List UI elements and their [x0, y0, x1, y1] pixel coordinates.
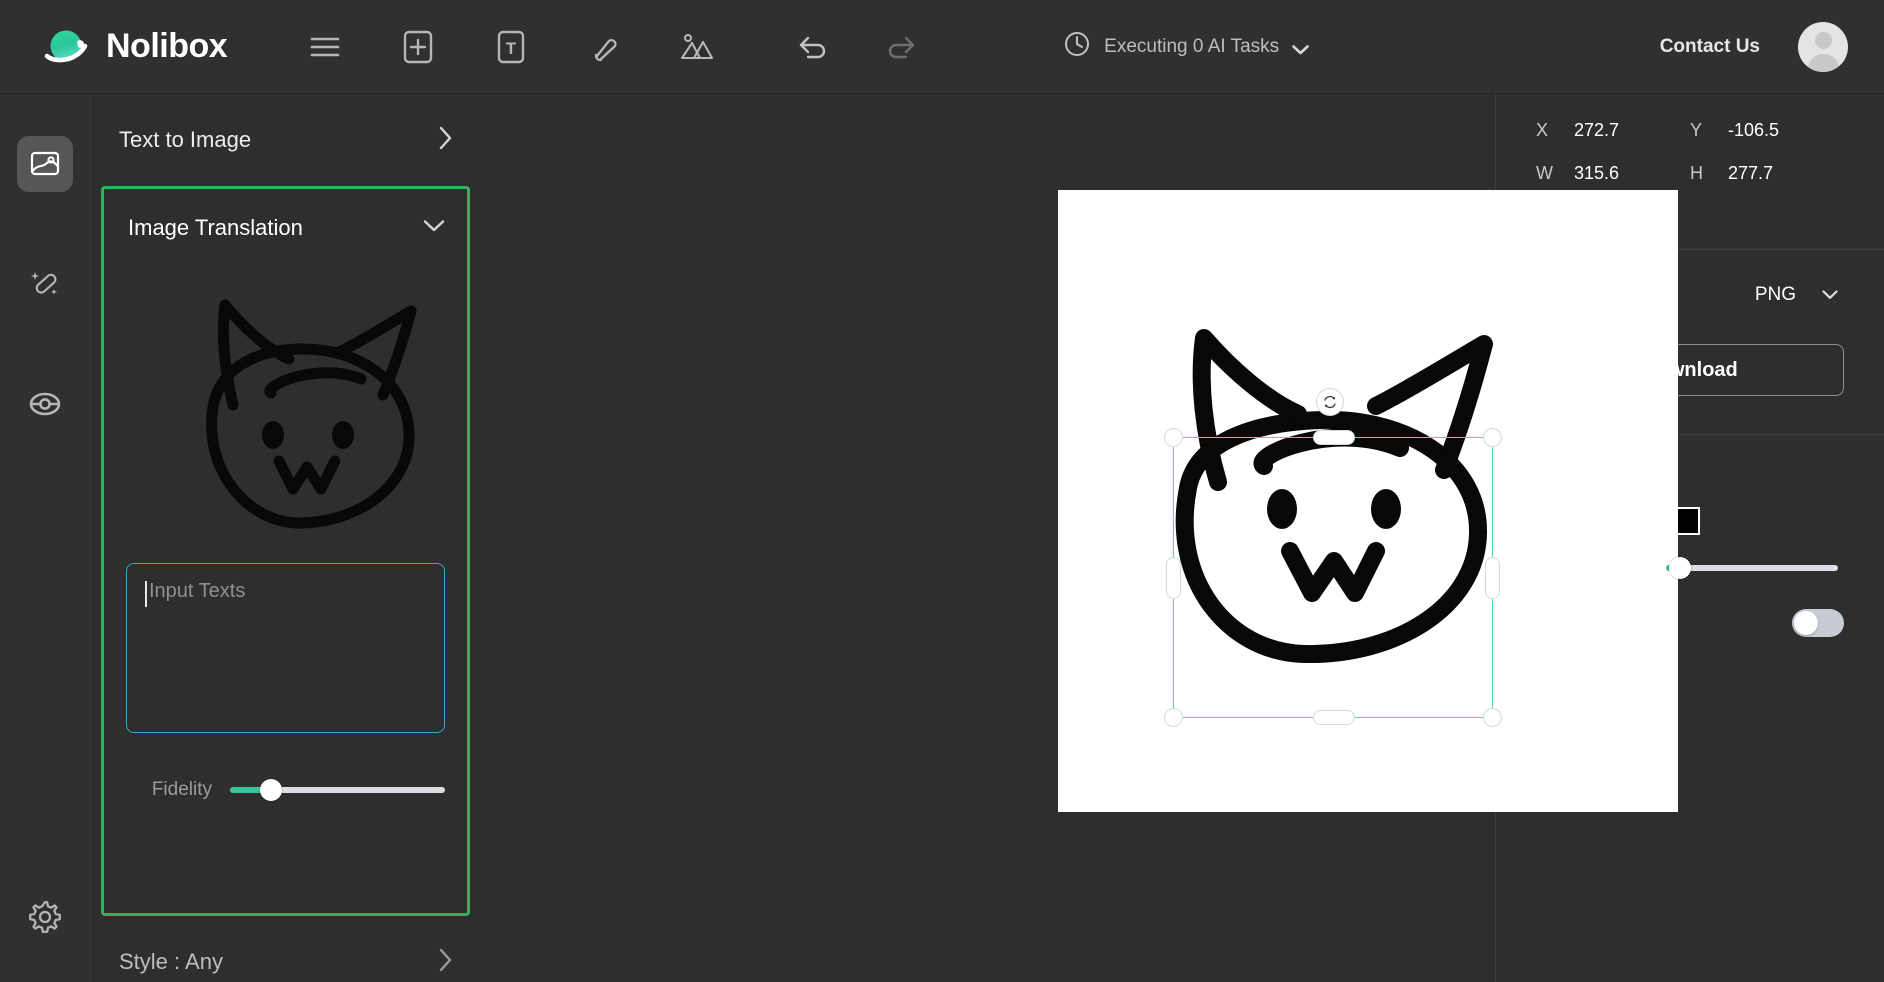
x-key: X	[1536, 120, 1549, 140]
sidebar-item-magic[interactable]	[17, 256, 73, 312]
fidelity-thumb[interactable]	[259, 779, 282, 801]
sidebar-item-image[interactable]	[17, 136, 73, 192]
fidelity-row: Fidelity	[104, 733, 467, 801]
ai-tasks-label: Executing 0 AI Tasks	[1104, 35, 1280, 57]
image-icon[interactable]	[675, 25, 719, 69]
y-value[interactable]: -106.5	[1728, 120, 1779, 141]
app-header: Nolibox T Executing 0 AI Tasks Contact U…	[0, 0, 1884, 94]
cat-sketch-preview	[104, 267, 467, 563]
app-root: Nolibox T Executing 0 AI Tasks Contact U…	[0, 0, 1884, 982]
format-select[interactable]: PNG	[1755, 284, 1838, 306]
use-fill-toggle[interactable]	[1792, 609, 1844, 637]
canvas-area[interactable]	[480, 94, 1678, 982]
property-x: X 272.7	[1536, 120, 1690, 141]
x-value[interactable]: 272.7	[1574, 120, 1619, 141]
image-translation-header[interactable]: Image Translation	[104, 189, 467, 267]
brand-logo[interactable]: Nolibox	[0, 24, 228, 70]
property-row-wh: W 315.6 H 277.7	[1536, 163, 1844, 184]
add-icon[interactable]	[396, 25, 440, 69]
header-tool-group: T	[303, 25, 719, 69]
property-row-xy: X 272.7 Y -106.5	[1536, 120, 1844, 141]
avatar[interactable]	[1798, 22, 1848, 72]
chevron-right-icon	[438, 125, 454, 156]
undo-icon[interactable]	[791, 25, 835, 69]
selection-box	[1164, 388, 1502, 727]
property-y: Y -106.5	[1690, 120, 1844, 141]
panel-section-text-to-image[interactable]: Text to Image	[91, 94, 480, 186]
panel-section-style[interactable]: Style : Any	[91, 916, 480, 982]
chevron-right-icon	[438, 947, 454, 978]
chevron-down-icon	[1292, 42, 1309, 54]
y-key: Y	[1690, 120, 1703, 140]
text-caret	[145, 581, 147, 607]
resize-handle-left[interactable]	[1166, 557, 1181, 599]
app-body: Text to Image Image Translation Input Te…	[0, 94, 1884, 982]
resize-handle-right[interactable]	[1485, 557, 1500, 599]
fidelity-label: Fidelity	[151, 779, 212, 800]
sidebar-item-circle[interactable]	[17, 376, 73, 432]
ai-tasks-dropdown[interactable]: Executing 0 AI Tasks	[1063, 30, 1309, 63]
input-texts-wrap: Input Texts	[104, 563, 467, 733]
text-to-image-label: Text to Image	[119, 127, 252, 152]
h-key: H	[1690, 163, 1703, 183]
thickness-track	[1666, 565, 1838, 571]
input-texts-field[interactable]: Input Texts	[126, 563, 445, 733]
fidelity-slider[interactable]	[230, 779, 445, 801]
header-right-group: Contact Us	[1660, 0, 1848, 94]
image-translation-card: Image Translation Input Texts Fidelity	[101, 186, 470, 916]
property-w: W 315.6	[1536, 163, 1690, 184]
clock-icon	[1063, 30, 1091, 63]
chevron-down-icon	[1822, 284, 1838, 306]
left-panel: Text to Image Image Translation Input Te…	[90, 94, 480, 982]
chevron-down-icon	[423, 219, 445, 238]
resize-handle-bottom-left[interactable]	[1164, 708, 1183, 727]
input-texts-placeholder: Input Texts	[149, 580, 246, 602]
brand-name: Nolibox	[106, 27, 228, 65]
w-key: W	[1536, 163, 1553, 183]
property-h: H 277.7	[1690, 163, 1844, 184]
resize-handle-top-right[interactable]	[1483, 428, 1502, 447]
brush-thickness-slider[interactable]	[1666, 557, 1838, 579]
resize-handle-bottom-right[interactable]	[1483, 708, 1502, 727]
history-group	[791, 25, 923, 69]
menu-icon[interactable]	[303, 25, 347, 69]
svg-text:T: T	[506, 39, 517, 58]
style-label: Style : Any	[119, 949, 223, 974]
redo-icon[interactable]	[879, 25, 923, 69]
rotate-handle[interactable]	[1316, 388, 1344, 416]
nolibox-planet-icon	[44, 24, 90, 70]
toggle-knob	[1794, 611, 1818, 635]
brush-icon[interactable]	[582, 25, 626, 69]
image-translation-label: Image Translation	[128, 215, 303, 240]
resize-handle-top-left[interactable]	[1164, 428, 1183, 447]
settings-gear-icon[interactable]	[27, 899, 63, 940]
w-value[interactable]: 315.6	[1574, 163, 1619, 184]
resize-handle-bottom[interactable]	[1313, 710, 1355, 725]
left-rail	[0, 94, 90, 982]
text-icon[interactable]: T	[489, 25, 533, 69]
format-value: PNG	[1754, 284, 1796, 305]
thickness-thumb[interactable]	[1668, 557, 1691, 579]
resize-handle-top[interactable]	[1313, 430, 1355, 445]
h-value[interactable]: 277.7	[1728, 163, 1773, 184]
contact-us-button[interactable]: Contact Us	[1660, 36, 1760, 58]
